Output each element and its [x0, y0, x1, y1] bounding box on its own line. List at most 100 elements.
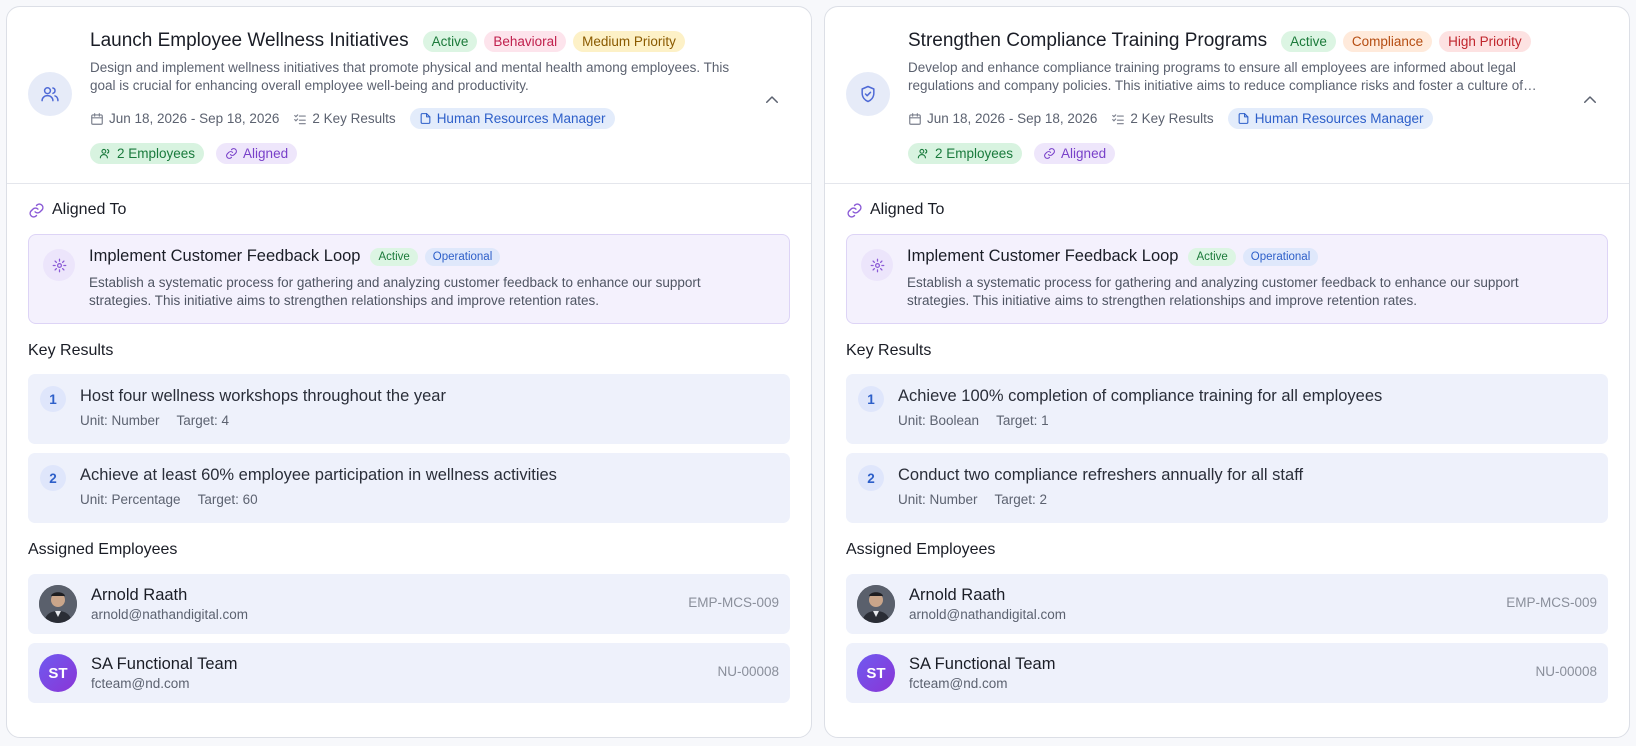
key-result-unit: Unit: Percentage [80, 492, 181, 507]
key-results-heading: Key Results [846, 342, 932, 359]
employee-name: SA Functional Team [909, 655, 1056, 673]
employee-email: fcteam@nd.com [909, 676, 1008, 691]
employee-row[interactable]: Arnold Raath arnold@nathandigital.com EM… [28, 574, 790, 634]
aligned-chip: Aligned [1034, 143, 1116, 164]
aligned-to-heading: Aligned To [28, 201, 790, 219]
aligned-goal-title: Implement Customer Feedback Loop [907, 247, 1179, 265]
goal-card-header[interactable]: Launch Employee Wellness Initiatives Act… [7, 7, 811, 184]
key-results-heading: Key Results [28, 342, 114, 359]
list-checks-icon [294, 113, 307, 124]
goal-title: Launch Employee Wellness Initiatives [90, 30, 409, 51]
goal-card: Launch Employee Wellness Initiatives Act… [6, 6, 812, 738]
aligned-goal-description: Establish a systematic process for gathe… [907, 275, 1519, 308]
goal-description: Develop and enhance compliance training … [908, 60, 1524, 93]
users-icon [99, 148, 110, 159]
goal-card-header[interactable]: Strengthen Compliance Training Programs … [825, 7, 1629, 184]
date-range-text: Jun 18, 2026 - Sep 18, 2026 [927, 111, 1098, 126]
key-result-unit: Unit: Boolean [898, 413, 980, 428]
role-chip-text: Human Resources Manager [1254, 111, 1424, 126]
key-result-unit: Unit: Number [898, 492, 978, 507]
date-range-text: Jun 18, 2026 - Sep 18, 2026 [109, 111, 280, 126]
employee-email: arnold@nathandigital.com [91, 607, 249, 622]
link-icon [847, 202, 862, 218]
priority-badge: Medium Priority [573, 30, 685, 52]
key-result-target: Target: 2 [994, 492, 1048, 507]
aligned-chip: Aligned [216, 143, 298, 164]
calendar-icon [909, 112, 921, 125]
document-icon [1238, 113, 1249, 124]
key-result-item: 2 Conduct two compliance refreshers annu… [846, 453, 1608, 523]
aligned-goal-card[interactable]: Implement Customer Feedback Loop Active … [846, 234, 1608, 324]
role-chip[interactable]: Human Resources Manager [409, 108, 615, 129]
priority-badge: High Priority [1439, 30, 1531, 52]
key-result-title: Conduct two compliance refreshers annual… [898, 466, 1304, 484]
users-icon [917, 148, 928, 159]
chevron-up-icon[interactable] [763, 91, 781, 114]
shield-check-icon [846, 72, 890, 116]
aligned-goal-description: Establish a systematic process for gathe… [89, 275, 701, 308]
aligned-chip-text: Aligned [1061, 146, 1107, 161]
employee-email: arnold@nathandigital.com [909, 607, 1067, 622]
users-icon [28, 72, 72, 116]
key-result-title: Achieve at least 60% employee participat… [80, 466, 557, 484]
employee-id: NU-00008 [1535, 664, 1597, 679]
employees-chip-text: 2 Employees [935, 146, 1014, 161]
aligned-goal-card[interactable]: Implement Customer Feedback Loop Active … [28, 234, 790, 324]
key-result-number: 2 [858, 465, 884, 491]
goal-card: Strengthen Compliance Training Programs … [824, 6, 1630, 738]
status-badge: Active [422, 30, 478, 52]
list-checks-icon [1112, 113, 1125, 124]
calendar-icon [91, 112, 103, 125]
settings-icon [43, 249, 75, 281]
key-result-item: 1 Host four wellness workshops throughou… [28, 374, 790, 444]
link-icon [29, 202, 44, 218]
category-badge: Behavioral [484, 30, 567, 52]
employee-id: EMP-MCS-009 [688, 595, 779, 610]
chevron-up-icon[interactable] [1581, 91, 1599, 114]
employee-email: fcteam@nd.com [91, 676, 190, 691]
key-result-title: Achieve 100% completion of compliance tr… [898, 387, 1383, 405]
key-results-count: 2 Key Results [1111, 111, 1214, 126]
aligned-to-heading-text: Aligned To [52, 201, 127, 218]
aligned-to-heading: Aligned To [846, 201, 1608, 219]
link-icon [226, 148, 237, 159]
date-range: Jun 18, 2026 - Sep 18, 2026 [908, 111, 1097, 126]
key-results-count-text: 2 Key Results [312, 111, 396, 126]
key-result-title: Host four wellness workshops throughout … [80, 387, 446, 405]
employees-chip: 2 Employees [908, 143, 1023, 164]
employee-name: Arnold Raath [91, 586, 188, 604]
role-chip[interactable]: Human Resources Manager [1227, 108, 1433, 129]
assigned-employees-heading: Assigned Employees [28, 541, 178, 558]
avatar: ST [857, 654, 895, 692]
key-result-item: 1 Achieve 100% completion of compliance … [846, 374, 1608, 444]
employee-row[interactable]: ST SA Functional Team fcteam@nd.com NU-0… [28, 643, 790, 703]
key-result-item: 2 Achieve at least 60% employee particip… [28, 453, 790, 523]
key-result-target: Target: 1 [996, 413, 1049, 428]
employees-chip-text: 2 Employees [117, 146, 196, 161]
key-result-number: 1 [858, 386, 884, 412]
aligned-goal-title: Implement Customer Feedback Loop [89, 247, 361, 265]
status-badge: Active [1281, 30, 1336, 52]
key-result-number: 2 [40, 465, 66, 491]
status-badge: Active [1188, 247, 1236, 266]
employee-row[interactable]: ST SA Functional Team fcteam@nd.com NU-0… [846, 643, 1608, 703]
type-badge: Operational [424, 247, 501, 266]
employee-row[interactable]: Arnold Raath arnold@nathandigital.com EM… [846, 574, 1608, 634]
key-results-count: 2 Key Results [293, 111, 396, 126]
employee-name: SA Functional Team [91, 655, 238, 673]
document-icon [420, 113, 431, 124]
aligned-chip-text: Aligned [243, 146, 289, 161]
aligned-to-heading-text: Aligned To [870, 201, 945, 218]
category-badge: Compliance [1342, 30, 1433, 52]
link-icon [1044, 148, 1055, 159]
key-result-target: Target: 60 [197, 492, 258, 507]
assigned-employees-heading: Assigned Employees [846, 541, 996, 558]
employee-id: EMP-MCS-009 [1506, 595, 1597, 610]
settings-icon [861, 249, 893, 281]
employee-id: NU-00008 [717, 664, 779, 679]
key-result-target: Target: 4 [176, 413, 230, 428]
goal-title: Strengthen Compliance Training Programs [908, 30, 1268, 51]
avatar: ST [39, 654, 77, 692]
status-badge: Active [370, 247, 418, 266]
goal-description: Design and implement wellness initiative… [90, 60, 730, 93]
